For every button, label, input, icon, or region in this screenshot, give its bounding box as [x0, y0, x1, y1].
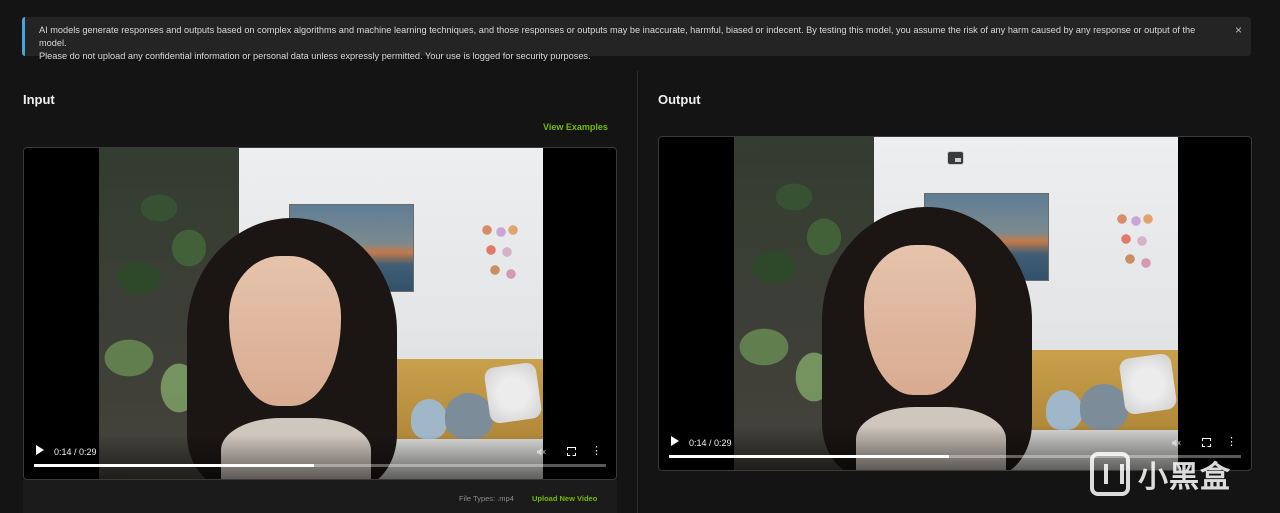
view-examples-link[interactable]: View Examples — [543, 122, 608, 132]
column-divider — [637, 71, 638, 513]
picture-in-picture-icon[interactable] — [947, 151, 964, 165]
watermark-text: 小黑盒 — [1138, 460, 1231, 495]
disclaimer-text-line2: Please do not upload any confidential in… — [39, 51, 591, 61]
progress-fill — [669, 455, 950, 458]
progress-fill — [34, 464, 315, 467]
play-icon[interactable] — [36, 445, 44, 455]
progress-bar[interactable] — [34, 464, 606, 467]
disclaimer-banner: AI models generate responses and outputs… — [22, 17, 1251, 61]
video-controls: 0:14 / 0:29 ⋮ — [24, 435, 616, 479]
mute-icon[interactable] — [1171, 438, 1181, 448]
file-types-label: File Types: .mp4 — [459, 494, 514, 503]
hanging-decor — [477, 210, 523, 292]
hanging-decor — [1112, 199, 1158, 281]
output-title: Output — [658, 92, 701, 107]
input-title: Input — [23, 92, 55, 107]
mute-icon[interactable] — [536, 447, 546, 457]
input-footer: File Types: .mp4 Upload New Video — [23, 480, 617, 513]
input-video-frame — [99, 148, 543, 479]
fullscreen-icon[interactable] — [1202, 438, 1211, 447]
more-icon[interactable]: ⋮ — [1226, 437, 1237, 448]
video-time: 0:14 / 0:29 — [54, 447, 97, 457]
watermark: 小黑盒 — [1090, 452, 1231, 496]
disclaimer-text-line1: AI models generate responses and outputs… — [39, 25, 1196, 48]
output-video-player[interactable]: 0:14 / 0:29 ⋮ — [658, 136, 1252, 471]
watermark-logo-icon — [1090, 452, 1130, 496]
video-time: 0:14 / 0:29 — [689, 438, 732, 448]
close-icon[interactable]: × — [1235, 24, 1242, 36]
input-video-player[interactable]: 0:14 / 0:29 ⋮ — [23, 147, 617, 480]
more-icon[interactable]: ⋮ — [591, 446, 602, 457]
play-icon[interactable] — [671, 436, 679, 446]
fullscreen-icon[interactable] — [567, 447, 576, 456]
output-video-frame — [734, 137, 1178, 470]
upload-video-link[interactable]: Upload New Video — [532, 494, 597, 503]
